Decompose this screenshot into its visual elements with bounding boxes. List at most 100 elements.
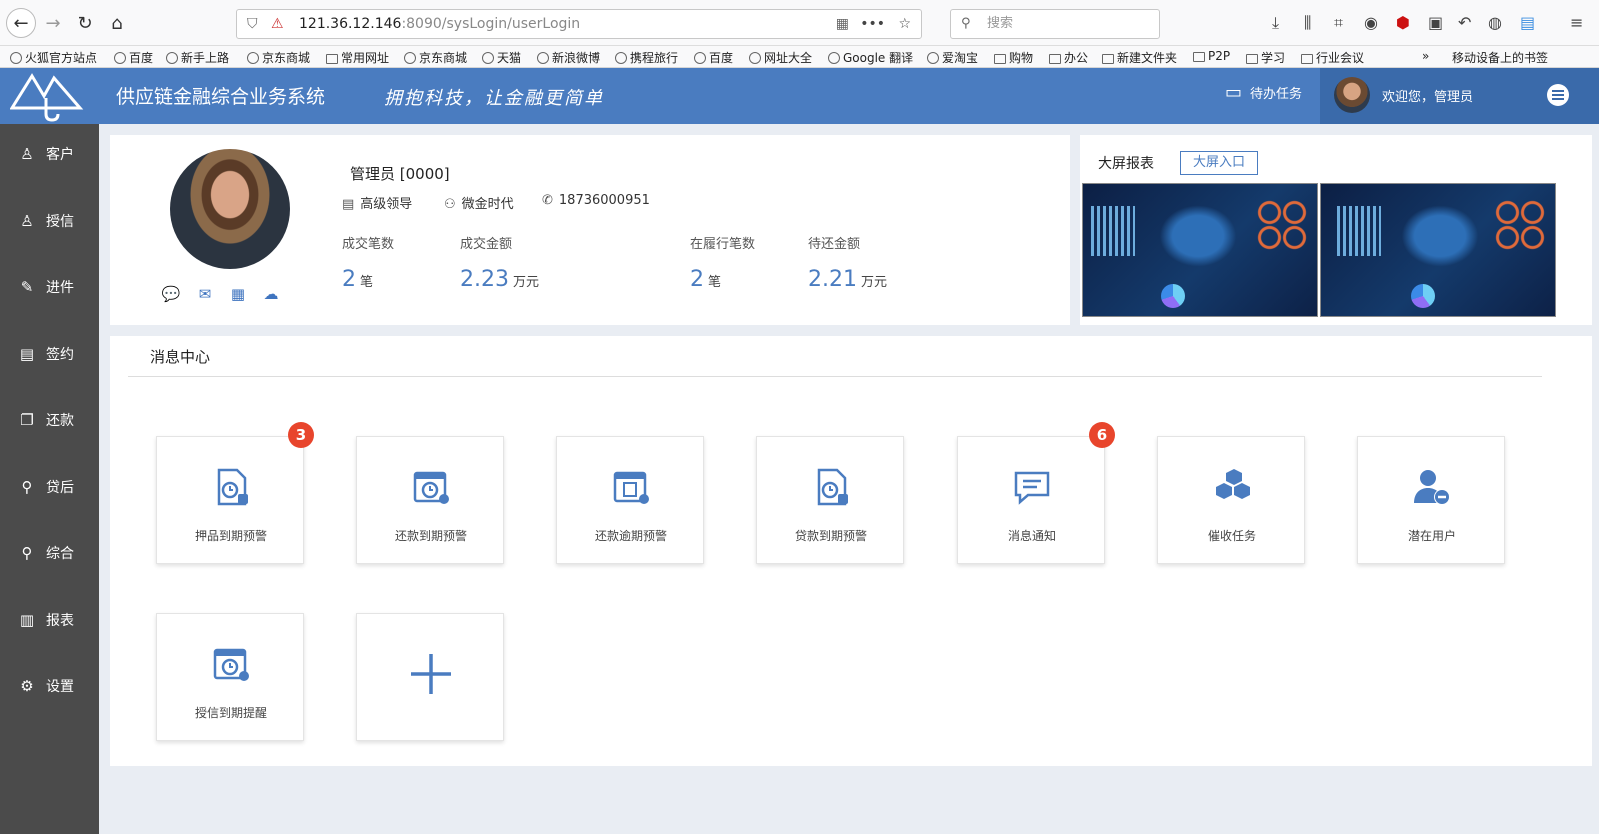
edit-icon: ✎	[20, 278, 34, 296]
bookmark-item[interactable]: 京东商城	[404, 49, 467, 66]
bookmark-item[interactable]: 天猫	[482, 49, 521, 66]
bookmark-item[interactable]: 学习	[1246, 49, 1285, 66]
dashboard-preview-2[interactable]	[1320, 183, 1556, 317]
screen-entry-button[interactable]: 大屏入口	[1180, 151, 1258, 175]
bookmark-star-icon[interactable]: ☆	[898, 10, 911, 38]
message-tile[interactable]: 还款逾期预警	[556, 436, 704, 564]
sidebar-item[interactable]: ❐ 还款	[0, 400, 99, 440]
bookmark-item[interactable]: 京东商城	[247, 49, 310, 66]
bookmark-item[interactable]: 新建文件夹	[1102, 49, 1177, 66]
globe-icon	[10, 52, 22, 64]
sidebar-item[interactable]: ✎ 进件	[0, 267, 99, 307]
sidebar-toggle-icon[interactable]: ▣	[1428, 14, 1443, 32]
add-tile-button[interactable]	[356, 613, 504, 741]
sidebar-item[interactable]: ♙ 客户	[0, 134, 99, 174]
more-bookmarks-icon[interactable]: »	[1422, 49, 1429, 63]
bookmarks-bar: 火狐官方站点 百度 新手上路 京东商城 常用网址 京东商城 天猫 新浪微博 携程旅行 百度 网址大全…	[0, 46, 1599, 68]
account-icon[interactable]: ◍	[1488, 14, 1502, 32]
message-tile[interactable]: 催收任务	[1157, 436, 1305, 564]
folder-icon	[994, 54, 1006, 64]
message-tile[interactable]: 消息通知	[957, 436, 1105, 564]
bookmark-item[interactable]: 网址大全	[749, 49, 812, 66]
more-actions-icon[interactable]: •••	[860, 10, 885, 38]
message-tile[interactable]: 押品到期预警	[156, 436, 304, 564]
globe-icon	[404, 52, 416, 64]
hamburger-menu-icon[interactable]: ≡	[1570, 14, 1583, 32]
insecure-lock-icon[interactable]: ⚠	[271, 10, 284, 38]
dashboard-preview-1[interactable]	[1082, 183, 1318, 317]
qr-code-icon[interactable]: ▦	[836, 10, 849, 38]
globe-icon	[749, 52, 761, 64]
sidebar-item[interactable]: ♙ 授信	[0, 201, 99, 241]
mobile-bookmarks[interactable]: 移动设备上的书签	[1452, 49, 1548, 66]
plus-icon	[411, 654, 451, 694]
message-tile[interactable]: 授信到期提醒	[156, 613, 304, 741]
id-card-icon: ▤	[342, 197, 355, 212]
system-title: 供应链金融综合业务系统	[116, 86, 326, 108]
bookmark-item[interactable]: Google 翻译	[828, 49, 913, 66]
tile-label: 还款到期预警	[394, 529, 467, 543]
search-input[interactable]: ⚲ 搜索	[950, 9, 1160, 39]
sidebar-item[interactable]: ▥ 报表	[0, 600, 99, 640]
app-header: 供应链金融综合业务系统 拥抱科技，让金融更简单 ▭ 待办任务 欢迎您，管理员	[0, 68, 1599, 124]
divider	[128, 376, 1542, 377]
todo-tasks-button[interactable]: ▭ 待办任务	[1225, 82, 1302, 103]
bookmark-item[interactable]: 新浪微博	[537, 49, 600, 66]
bookmark-item[interactable]: 百度	[114, 49, 153, 66]
profile-phone: ✆ 18736000951	[542, 193, 650, 208]
library-icon[interactable]: ⫼	[1304, 14, 1311, 32]
notification-badge: 3	[288, 422, 314, 448]
profile-avatar	[170, 149, 290, 269]
user-panel[interactable]: 欢迎您，管理员	[1320, 68, 1599, 124]
home-icon[interactable]: ⌂	[102, 8, 132, 38]
bookmark-item[interactable]: 新手上路	[166, 49, 229, 66]
sidebar-item[interactable]: ⚙ 设置	[0, 666, 99, 706]
bookmark-item[interactable]: 携程旅行	[615, 49, 678, 66]
undo-icon[interactable]: ↶	[1458, 14, 1471, 32]
stat-value: 2笔	[690, 267, 722, 292]
calendar-icon[interactable]: ▦	[227, 285, 249, 303]
slogan: 拥抱科技，让金融更简单	[384, 88, 604, 109]
bookmark-item[interactable]: 购物	[994, 49, 1033, 66]
back-arrow-icon[interactable]: ←	[6, 8, 36, 38]
stat-label: 待还金额	[808, 237, 861, 252]
bookmark-item[interactable]: 火狐官方站点	[10, 49, 97, 66]
bookmark-item[interactable]: P2P	[1193, 49, 1230, 63]
bookmark-item[interactable]: 常用网址	[326, 49, 389, 66]
sidebar-item[interactable]: ▤ 签约	[0, 334, 99, 374]
menu-icon[interactable]	[1547, 84, 1569, 106]
bookmark-item[interactable]: 行业会议	[1301, 49, 1364, 66]
doc-alarm-icon	[811, 467, 851, 507]
adblock-icon[interactable]: ⬢	[1396, 14, 1410, 32]
stat-label: 成交金额	[460, 237, 513, 252]
url-bar[interactable]: ⛉ ⚠ 121.36.12.146:8090/sysLogin/userLogi…	[236, 9, 922, 39]
extension-icon[interactable]: ▤	[1520, 14, 1535, 32]
bookmark-item[interactable]: 百度	[694, 49, 733, 66]
sidebar-item-label: 还款	[46, 413, 74, 429]
chat-bubble-icon[interactable]: ◉	[1364, 14, 1378, 32]
avatar	[1334, 77, 1370, 113]
message-tile[interactable]: 还款到期预警	[356, 436, 504, 564]
phone-icon: ✆	[542, 193, 553, 208]
forward-arrow-icon[interactable]: →	[38, 8, 68, 38]
mail-icon[interactable]: ✉	[194, 285, 216, 303]
sidebar-item[interactable]: ⚲ 综合	[0, 533, 99, 573]
download-icon[interactable]: ⤓	[1272, 14, 1279, 32]
sidebar-item-label: 设置	[46, 679, 74, 695]
message-icon[interactable]: 💬	[160, 285, 182, 303]
reload-icon[interactable]: ↻	[70, 8, 100, 38]
bookmark-item[interactable]: 爱淘宝	[927, 49, 978, 66]
chat-icon: ▭	[1225, 82, 1243, 103]
message-tile[interactable]: 贷款到期预警	[756, 436, 904, 564]
notification-badge: 6	[1089, 422, 1115, 448]
bookmark-item[interactable]: 办公	[1049, 49, 1088, 66]
message-tile[interactable]: 潜在用户	[1357, 436, 1505, 564]
sidebar-item[interactable]: ⚲ 贷后	[0, 467, 99, 507]
globe-icon	[114, 52, 126, 64]
crop-icon[interactable]: ⌗	[1334, 14, 1343, 32]
wechat-icon[interactable]: ☁	[260, 285, 282, 303]
tile-label: 贷款到期预警	[794, 529, 867, 543]
profile-org: ⚇ 微金时代	[444, 197, 514, 212]
welcome-text: 欢迎您，管理员	[1382, 90, 1474, 105]
user-minus-icon	[1412, 467, 1452, 507]
